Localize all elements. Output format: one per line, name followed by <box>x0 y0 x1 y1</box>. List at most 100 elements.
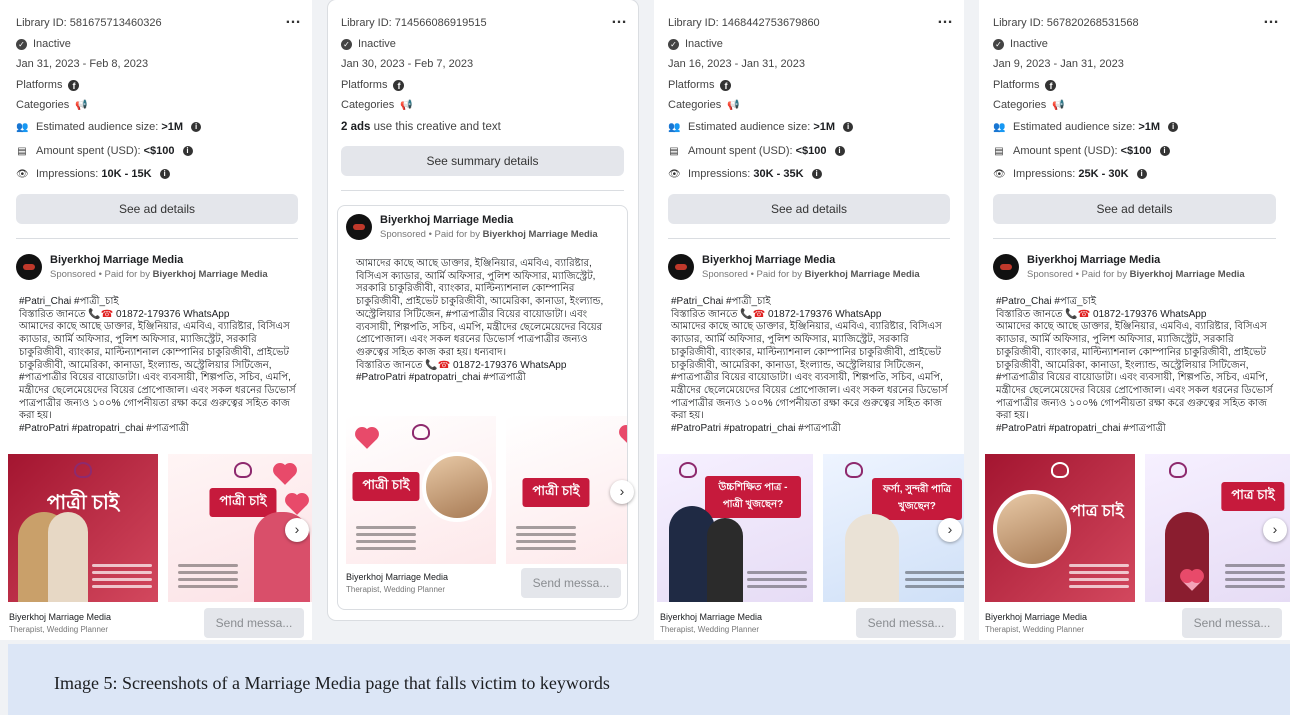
amount-label: Amount spent (USD): <box>688 145 793 157</box>
page-name[interactable]: Biyerkhoj Marriage Media <box>1027 254 1245 266</box>
ad-preview: Biyerkhoj Marriage Media Sponsored • Pai… <box>337 205 634 610</box>
platforms-row: Platforms f <box>668 79 950 91</box>
contact-lines <box>1069 560 1129 588</box>
info-icon[interactable]: i <box>843 122 854 132</box>
audience-value: >1M <box>1138 121 1161 133</box>
page-avatar[interactable] <box>993 254 1019 280</box>
ads-count: 2 ads <box>341 121 371 133</box>
contact-prefix: বিস্তারিত জানতে <box>671 308 738 320</box>
slide-tag: পাত্রী চাই <box>522 478 590 507</box>
amount-row: ▤ Amount spent (USD): <$100 i <box>993 145 1276 157</box>
facebook-icon: f <box>68 79 80 91</box>
people-icon: 👥 <box>16 121 29 133</box>
inactive-check-icon: ✓ <box>668 38 679 50</box>
ad-body-text: #Patro_Chai #পাত্র_চাই বিস্তারিত জানতে 📞… <box>996 296 1282 436</box>
divider <box>16 238 298 239</box>
page-avatar[interactable] <box>16 254 42 280</box>
chevron-right-icon[interactable]: › <box>610 480 634 504</box>
date-range: Jan 16, 2023 - Jan 31, 2023 <box>668 58 805 70</box>
ad-card-4: Library ID: 567820268531568 … ✓ Inactive… <box>979 0 1290 640</box>
ad-header: Biyerkhoj Marriage Media Sponsored • Pai… <box>668 254 954 280</box>
contact-lines <box>92 560 152 588</box>
people-icon: 👥 <box>993 121 1006 133</box>
info-icon[interactable]: i <box>811 169 822 179</box>
divider <box>341 190 624 191</box>
library-id: Library ID: 567820268531568 <box>993 17 1139 29</box>
send-message-button[interactable]: Send messa... <box>521 568 621 598</box>
amount-value: <$100 <box>795 145 827 157</box>
info-icon[interactable]: i <box>834 146 845 156</box>
carousel-image-1[interactable]: পাত্রী চাই <box>346 416 496 564</box>
impressions-label: Impressions: <box>36 168 99 180</box>
impressions-value: 10K - 15K <box>101 168 152 180</box>
page-avatar[interactable] <box>668 254 694 280</box>
phone-icon: 📞☎ <box>88 308 114 320</box>
receipt-icon: ▤ <box>994 145 1004 157</box>
page-name[interactable]: Biyerkhoj Marriage Media <box>702 254 920 266</box>
see-summary-details-button[interactable]: See summary details <box>341 146 624 176</box>
status-text: Inactive <box>33 38 71 50</box>
chevron-right-icon[interactable]: › <box>285 518 309 542</box>
ad-header: Biyerkhoj Marriage Media Sponsored • Pai… <box>16 254 302 280</box>
carousel-image-1[interactable]: পাত্রী চাই <box>8 454 158 602</box>
eye-icon: 👁 <box>993 168 1006 180</box>
inactive-check-icon: ✓ <box>341 38 352 50</box>
status-text: Inactive <box>685 38 723 50</box>
couple-photo <box>993 490 1071 568</box>
amount-value: <$100 <box>143 145 175 157</box>
phone-icon: 📞☎ <box>425 359 451 371</box>
contact-number: 01872-179376 WhatsApp <box>1092 308 1207 320</box>
sponsored-label: Sponsored • Paid for by <box>1027 269 1127 280</box>
footer-page-name: Biyerkhoj Marriage Media <box>346 572 449 582</box>
page-avatar[interactable] <box>346 214 372 240</box>
facebook-icon: f <box>393 79 405 91</box>
figure-caption: Image 5: Screenshots of a Marriage Media… <box>8 644 1290 715</box>
info-icon[interactable]: i <box>159 169 170 179</box>
page-name[interactable]: Biyerkhoj Marriage Media <box>50 254 268 266</box>
see-ad-details-button[interactable]: See ad details <box>993 194 1276 224</box>
send-message-button[interactable]: Send messa... <box>204 608 304 638</box>
eye-icon: 👁 <box>16 168 29 180</box>
carousel-image-2[interactable]: পাত্রী চাই <box>506 416 627 564</box>
info-icon[interactable]: i <box>1159 146 1170 156</box>
audience-label: Estimated audience size: <box>36 121 159 133</box>
brand-logo-icon <box>845 462 863 478</box>
audience-row: 👥 Estimated audience size: >1M i <box>16 121 298 133</box>
carousel-image-1[interactable]: উচ্চশিক্ষিত পাত্র - পাত্রী খুজছেন? <box>657 454 813 602</box>
footer-category: Therapist, Wedding Planner <box>346 585 446 594</box>
ad-card-2: Library ID: 714566086919515 … ✓ Inactive… <box>328 0 638 620</box>
chevron-right-icon[interactable]: › <box>938 518 962 542</box>
amount-label: Amount spent (USD): <box>36 145 141 157</box>
slide-tag: পাত্রী চাই <box>209 488 277 517</box>
audience-value: >1M <box>161 121 184 133</box>
send-message-button[interactable]: Send messa... <box>856 608 956 638</box>
more-options-icon[interactable]: … <box>937 10 954 28</box>
ad-footer: Biyerkhoj Marriage Media Therapist, Wedd… <box>9 608 304 638</box>
info-icon[interactable]: i <box>182 146 193 156</box>
carousel-image-1[interactable]: পাত্র চাই <box>985 454 1135 602</box>
more-options-icon[interactable]: … <box>285 10 302 28</box>
chevron-right-icon[interactable]: › <box>1263 518 1287 542</box>
send-message-button[interactable]: Send messa... <box>1182 608 1282 638</box>
paid-by: Biyerkhoj Marriage Media <box>152 269 268 280</box>
contact-prefix: বিস্তারিত জানতে <box>356 359 423 371</box>
more-options-icon[interactable]: … <box>1263 10 1280 28</box>
heart-icon <box>621 427 627 447</box>
slide-tag: ফর্সা, সুন্দরী পাত্রি খুজছেন? <box>872 478 962 520</box>
ad-card-1: Library ID: 581675713460326 … ✓ Inactive… <box>0 0 312 640</box>
more-options-icon[interactable]: … <box>611 10 628 28</box>
inactive-check-icon: ✓ <box>16 38 27 50</box>
hashtag-bottom: #PatroPatri #patropatri_chai #পাত্রপাত্র… <box>19 423 189 435</box>
contact-lines <box>178 560 238 588</box>
info-icon[interactable]: i <box>1168 122 1179 132</box>
page-name[interactable]: Biyerkhoj Marriage Media <box>380 214 598 226</box>
status-row: ✓ Inactive <box>993 38 1276 50</box>
platforms-row: Platforms f <box>341 79 624 91</box>
see-ad-details-button[interactable]: See ad details <box>668 194 950 224</box>
info-icon[interactable]: i <box>1136 169 1147 179</box>
see-ad-details-button[interactable]: See ad details <box>16 194 298 224</box>
platforms-label: Platforms <box>668 79 715 91</box>
categories-label: Categories <box>16 99 70 111</box>
info-icon[interactable]: i <box>191 122 202 132</box>
brand-logo-icon <box>234 462 252 478</box>
